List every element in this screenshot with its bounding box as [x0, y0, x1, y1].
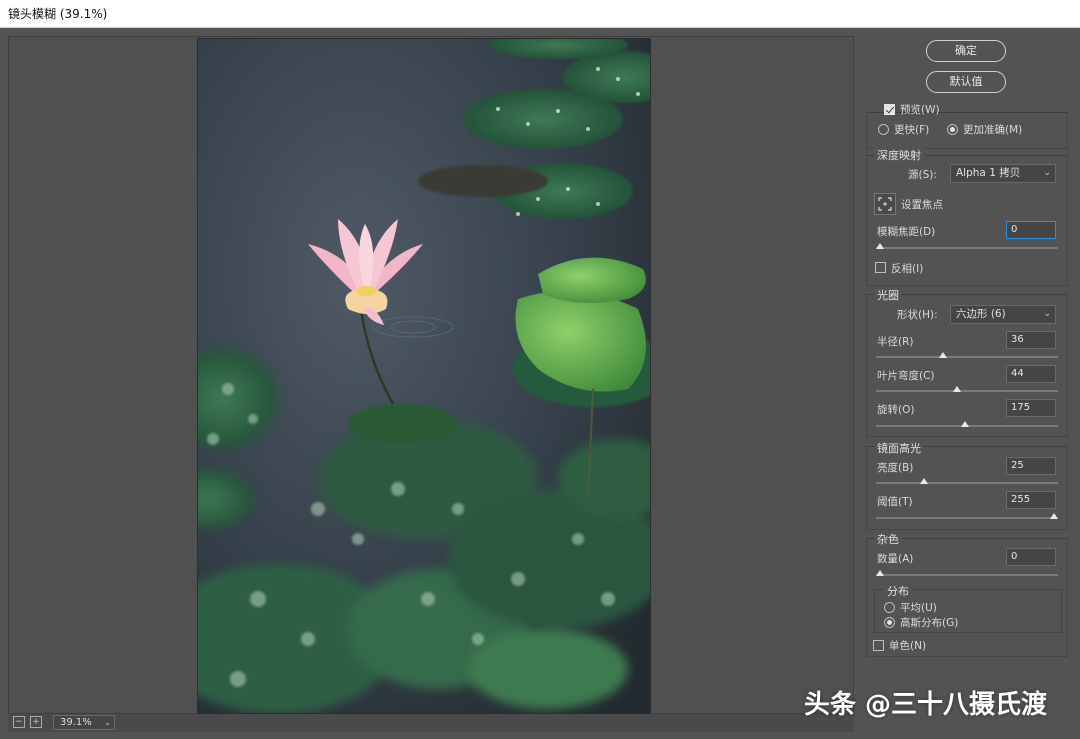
window-title: 镜头模糊 (39.1%)	[0, 0, 1080, 28]
slider-thumb[interactable]	[952, 386, 961, 392]
threshold-slider[interactable]	[876, 513, 1058, 519]
monochromatic-label: 单色(N)	[889, 640, 927, 652]
zoom-value: 39.1%	[60, 717, 92, 728]
set-focus-label: 设置焦点	[901, 199, 943, 211]
radius-slider[interactable]	[876, 352, 1058, 358]
chevron-down-icon: ⌄	[1043, 168, 1051, 178]
blur-focal-input[interactable]: 0	[1006, 221, 1056, 239]
amount-label: 数量(A)	[877, 553, 914, 565]
ok-button[interactable]: 确定	[926, 40, 1006, 62]
radius-input[interactable]: 36	[1006, 331, 1056, 349]
accurate-label: 更加准确(M)	[963, 124, 1023, 136]
watermark-text: 头条 @三十八摄氏渡	[804, 690, 1048, 720]
specular-title: 镜面高光	[874, 440, 924, 456]
faster-radio[interactable]	[878, 124, 889, 135]
zoom-select[interactable]: 39.1% ⌄	[53, 715, 115, 730]
shape-select[interactable]: 六边形 (6) ⌄	[950, 305, 1056, 324]
threshold-input[interactable]: 255	[1006, 491, 1056, 509]
blade-curvature-slider[interactable]	[876, 386, 1058, 392]
preview-checkbox[interactable]	[884, 104, 895, 115]
status-bar: − + 39.1% ⌄	[8, 714, 854, 732]
invert-label: 反相(I)	[891, 263, 924, 275]
slider-thumb[interactable]	[938, 352, 947, 358]
shape-label: 形状(H):	[897, 309, 938, 321]
preview-image[interactable]	[197, 38, 651, 714]
gaussian-radio[interactable]	[884, 617, 895, 628]
slider-thumb[interactable]	[876, 243, 884, 249]
faster-label: 更快(F)	[894, 124, 930, 136]
amount-slider[interactable]	[876, 570, 1058, 576]
settings-panel: 确定 默认值 预览(W) 更快(F) 更加准确(M) 深度映射 源(S): Al…	[860, 30, 1080, 739]
zoom-in-button[interactable]: +	[30, 716, 42, 728]
monochromatic-checkbox[interactable]	[873, 640, 884, 651]
preview-label: 预览(W)	[900, 104, 940, 116]
chevron-down-icon: ⌄	[104, 718, 111, 727]
rotation-label: 旋转(O)	[877, 404, 915, 416]
uniform-label: 平均(U)	[900, 602, 937, 614]
accurate-radio[interactable]	[947, 124, 958, 135]
brightness-input[interactable]: 25	[1006, 457, 1056, 475]
amount-input[interactable]: 0	[1006, 548, 1056, 566]
shape-value: 六边形 (6)	[956, 308, 1006, 320]
brightness-label: 亮度(B)	[877, 462, 914, 474]
minus-icon: −	[15, 717, 23, 727]
slider-thumb[interactable]	[961, 421, 970, 427]
brightness-slider[interactable]	[876, 478, 1058, 484]
source-label: 源(S):	[908, 169, 937, 181]
slider-thumb[interactable]	[1050, 513, 1058, 519]
slider-thumb[interactable]	[876, 570, 884, 576]
rotation-slider[interactable]	[876, 421, 1058, 427]
zoom-out-button[interactable]: −	[13, 716, 25, 728]
radius-label: 半径(R)	[877, 336, 914, 348]
iris-title: 光圈	[874, 287, 902, 303]
source-select[interactable]: Alpha 1 拷贝 ⌄	[950, 164, 1056, 183]
distribution-title: 分布	[884, 583, 912, 599]
gaussian-label: 高斯分布(G)	[900, 617, 959, 629]
threshold-label: 阈值(T)	[877, 496, 913, 508]
rotation-input[interactable]: 175	[1006, 399, 1056, 417]
noise-title: 杂色	[874, 531, 902, 547]
default-button[interactable]: 默认值	[926, 71, 1006, 93]
depth-map-title: 深度映射	[874, 147, 924, 163]
lotus-photo	[198, 39, 650, 713]
slider-thumb[interactable]	[919, 478, 928, 484]
source-value: Alpha 1 拷贝	[956, 167, 1021, 179]
chevron-down-icon: ⌄	[1043, 309, 1051, 319]
uniform-radio[interactable]	[884, 602, 895, 613]
set-focus-button[interactable]	[874, 193, 896, 215]
blade-curvature-input[interactable]: 44	[1006, 365, 1056, 383]
blur-focal-slider[interactable]	[876, 243, 1058, 249]
blade-curvature-label: 叶片弯度(C)	[877, 370, 935, 382]
plus-icon: +	[32, 717, 40, 727]
invert-checkbox[interactable]	[875, 262, 886, 273]
crosshair-icon	[878, 197, 892, 211]
blur-focal-label: 模糊焦距(D)	[877, 226, 936, 238]
